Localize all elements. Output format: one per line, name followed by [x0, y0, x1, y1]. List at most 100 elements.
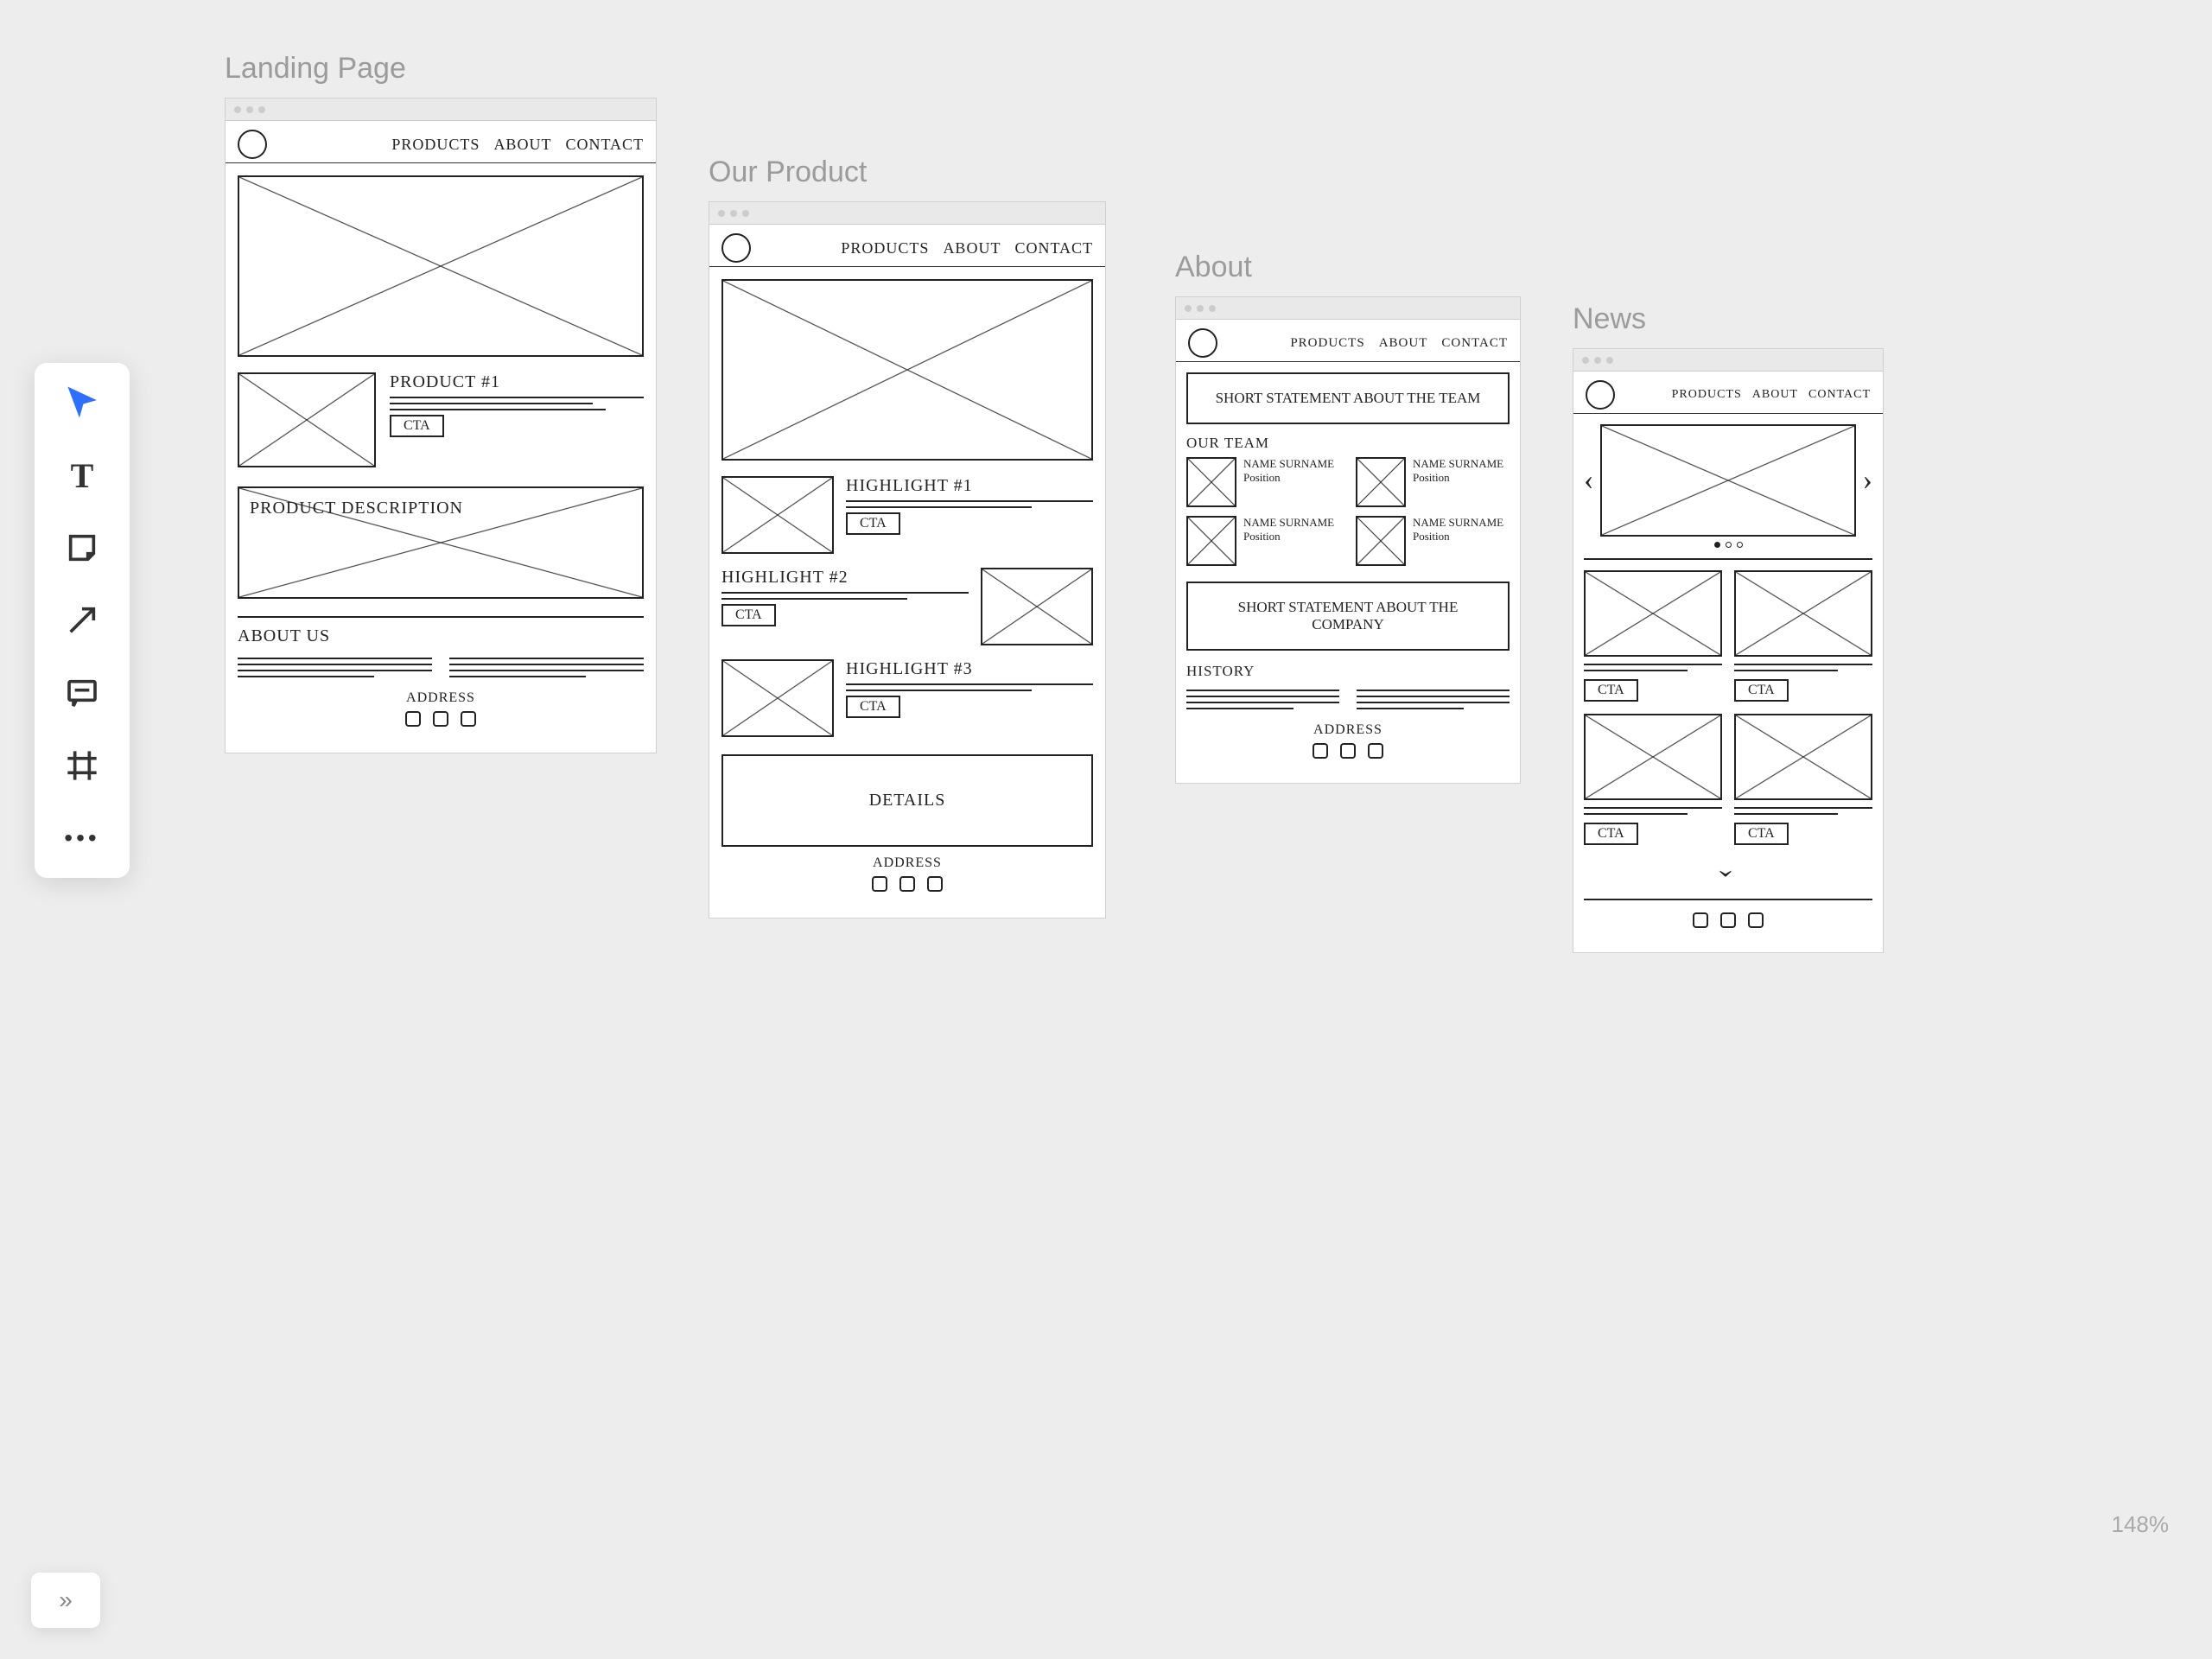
cta-button[interactable]: CTA: [1584, 679, 1638, 702]
logo-icon: [1188, 328, 1217, 358]
artboard-title: Our Product: [709, 156, 1106, 189]
logo-icon: [1586, 380, 1615, 410]
nav-about[interactable]: ABOUT: [1379, 336, 1428, 351]
zoom-level[interactable]: 148%: [2112, 1511, 2170, 1538]
social-icon[interactable]: [872, 876, 887, 892]
social-icon[interactable]: [433, 711, 448, 727]
nav-about[interactable]: ABOUT: [493, 136, 551, 154]
news-thumb: [1734, 570, 1872, 657]
product-name: PRODUCT #1: [390, 372, 644, 392]
social-icon[interactable]: [1313, 743, 1328, 759]
carousel-next-icon[interactable]: ›: [1863, 464, 1872, 497]
nav-contact[interactable]: CONTACT: [1808, 388, 1871, 402]
nav-products[interactable]: PRODUCTS: [1290, 336, 1364, 351]
product-thumb: [238, 372, 376, 467]
highlight-2-label: HIGHLIGHT #2: [721, 568, 969, 588]
artboard-title: Landing Page: [225, 52, 657, 86]
footer-address: ADDRESS: [238, 690, 644, 706]
artboard-landing-page[interactable]: Landing Page PRODUCTS ABOUT CONTACT PROD…: [225, 52, 657, 753]
carousel-prev-icon[interactable]: ‹: [1584, 464, 1593, 497]
page-footer: ADDRESS: [721, 847, 1093, 906]
news-card: CTA: [1584, 714, 1722, 845]
avatar-placeholder: [1186, 516, 1236, 566]
social-icon[interactable]: [1693, 912, 1708, 928]
hero-image-placeholder: [721, 279, 1093, 461]
cta-button[interactable]: CTA: [1584, 823, 1638, 845]
nav-about[interactable]: ABOUT: [943, 239, 1001, 257]
nav-contact[interactable]: CONTACT: [565, 136, 644, 154]
company-statement: SHORT STATEMENT ABOUT THE COMPANY: [1186, 582, 1510, 651]
page-header: PRODUCTS ABOUT CONTACT: [709, 225, 1105, 267]
arrow-tool[interactable]: [63, 601, 101, 639]
frame-tool[interactable]: [63, 747, 101, 785]
product-cta-button[interactable]: CTA: [390, 415, 444, 437]
artboard-title: About: [1175, 251, 1521, 284]
social-icon[interactable]: [899, 876, 915, 892]
cta-button[interactable]: CTA: [1734, 823, 1789, 845]
chevron-down-icon[interactable]: ›: [1712, 868, 1745, 878]
cta-button[interactable]: CTA: [846, 512, 900, 535]
window-titlebar: [709, 202, 1105, 225]
details-label: DETAILS: [869, 791, 946, 810]
footer-address: ADDRESS: [1186, 722, 1510, 738]
logo-icon: [238, 130, 267, 159]
social-icon[interactable]: [1368, 743, 1383, 759]
social-icon[interactable]: [1748, 912, 1764, 928]
footer-address: ADDRESS: [721, 855, 1093, 871]
pointer-tool[interactable]: [63, 384, 101, 422]
page-footer: [1584, 899, 1872, 942]
nav-contact[interactable]: CONTACT: [1441, 336, 1508, 351]
nav-about[interactable]: ABOUT: [1752, 388, 1798, 402]
news-card: CTA: [1584, 570, 1722, 702]
history-label: HISTORY: [1186, 663, 1510, 680]
logo-icon: [721, 233, 751, 263]
team-member: NAME SURNAMEPosition: [1356, 516, 1510, 566]
window-titlebar: [226, 99, 656, 121]
canvas[interactable]: Landing Page PRODUCTS ABOUT CONTACT PROD…: [173, 52, 2177, 1555]
news-card: CTA: [1734, 570, 1872, 702]
news-card: CTA: [1734, 714, 1872, 845]
cta-button[interactable]: CTA: [1734, 679, 1789, 702]
cta-button[interactable]: CTA: [846, 696, 900, 718]
comment-tool[interactable]: [63, 674, 101, 712]
avatar-placeholder: [1356, 516, 1406, 566]
team-member: NAME SURNAMEPosition: [1356, 457, 1510, 507]
expand-panel-button[interactable]: »: [31, 1573, 100, 1628]
social-icon[interactable]: [461, 711, 476, 727]
highlight-1-label: HIGHLIGHT #1: [846, 476, 1093, 496]
news-thumb: [1584, 714, 1722, 800]
social-icon[interactable]: [1340, 743, 1356, 759]
carousel-dots[interactable]: [1584, 542, 1872, 548]
carousel-slide: [1600, 424, 1855, 537]
sticky-note-tool[interactable]: [63, 529, 101, 567]
team-statement: SHORT STATEMENT ABOUT THE TEAM: [1186, 372, 1510, 424]
highlight-3-label: HIGHLIGHT #3: [846, 659, 1093, 679]
news-thumb: [1734, 714, 1872, 800]
page-footer: ADDRESS: [238, 682, 644, 741]
page-header: PRODUCTS ABOUT CONTACT: [226, 121, 656, 163]
text-tool[interactable]: T: [63, 456, 101, 494]
product-description-label: PRODUCT DESCRIPTION: [250, 499, 463, 518]
artboard-news[interactable]: News PRODUCTS ABOUT CONTACT ‹ ›: [1573, 302, 1884, 953]
highlight-thumb: [721, 476, 834, 554]
nav-contact[interactable]: CONTACT: [1014, 239, 1093, 257]
social-icon[interactable]: [927, 876, 943, 892]
artboard-our-product[interactable]: Our Product PRODUCTS ABOUT CONTACT HIGHL…: [709, 156, 1106, 918]
hero-image-placeholder: [238, 175, 644, 357]
news-thumb: [1584, 570, 1722, 657]
more-tools[interactable]: •••: [63, 819, 101, 857]
page-header: PRODUCTS ABOUT CONTACT: [1573, 372, 1883, 414]
nav-products[interactable]: PRODUCTS: [1672, 388, 1742, 402]
cta-button[interactable]: CTA: [721, 604, 776, 626]
social-icon[interactable]: [1720, 912, 1736, 928]
highlight-thumb: [721, 659, 834, 737]
team-member: NAME SURNAMEPosition: [1186, 516, 1340, 566]
nav-products[interactable]: PRODUCTS: [391, 136, 480, 154]
page-header: PRODUCTS ABOUT CONTACT: [1176, 320, 1520, 362]
page-footer: ADDRESS: [1186, 714, 1510, 772]
team-member: NAME SURNAMEPosition: [1186, 457, 1340, 507]
highlight-thumb: [981, 568, 1093, 645]
artboard-about[interactable]: About PRODUCTS ABOUT CONTACT SHORT STATE…: [1175, 251, 1521, 784]
nav-products[interactable]: PRODUCTS: [841, 239, 929, 257]
social-icon[interactable]: [405, 711, 421, 727]
